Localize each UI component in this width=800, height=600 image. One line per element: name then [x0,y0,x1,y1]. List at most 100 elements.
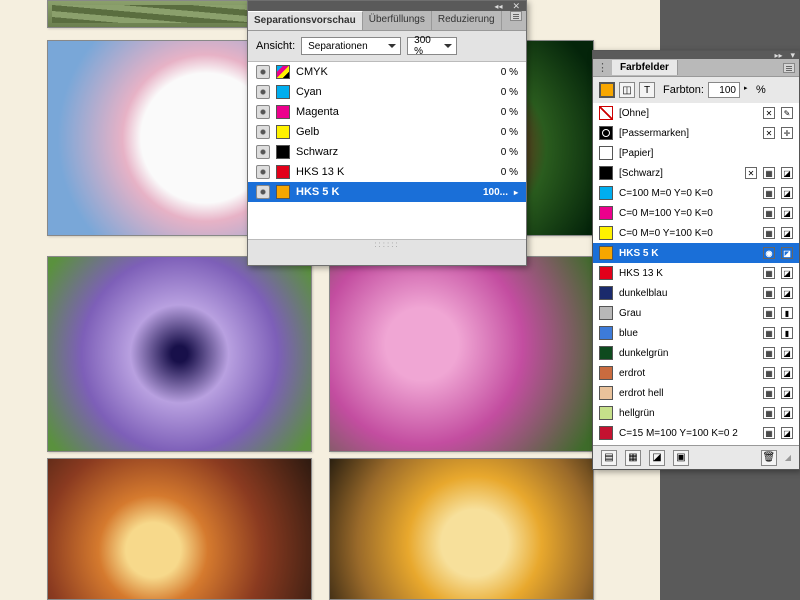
show-small-button[interactable]: ▦ [625,450,641,466]
swatch-type-icon: ▦ [763,387,775,399]
panel-menu-icon[interactable] [510,11,522,21]
tab-trap[interactable]: Überfüllungs [363,11,432,30]
ink-name: Gelb [296,126,495,138]
ink-swatch [276,145,290,159]
color-swatch [599,166,613,180]
swatch-type-icon: ▦ [763,427,775,439]
swatch-type-icon: ◪ [781,207,793,219]
swatch-type-icon: ▦ [763,227,775,239]
tab-separations[interactable]: Separationsvorschau [248,11,363,30]
swatch-row[interactable]: [Passermarken]✕✛ [593,123,799,143]
swatch-row[interactable]: HKS 5 K◉◪ [593,243,799,263]
tint-input[interactable] [708,82,740,98]
swatch-row[interactable]: dunkelblau▦◪ [593,283,799,303]
visibility-toggle-icon[interactable] [256,145,270,159]
color-swatch [599,206,613,220]
swatch-name: [Ohne] [619,108,757,119]
separation-row[interactable]: Magenta 0 % [248,102,526,122]
swatch-row[interactable]: C=100 M=0 Y=0 K=0▦◪ [593,183,799,203]
panel-tabs: Separationsvorschau Überfüllungs Reduzie… [248,11,526,31]
swatch-row[interactable]: [Schwarz]✕▦◪ [593,163,799,183]
visibility-toggle-icon[interactable] [256,105,270,119]
separation-row[interactable]: Cyan 0 % [248,82,526,102]
swatch-type-icon: ◪ [781,427,793,439]
swatch-type-icon: ▦ [763,407,775,419]
visibility-toggle-icon[interactable] [256,165,270,179]
color-swatch [599,406,613,420]
tab-swatches[interactable]: Farbfelder [612,60,678,75]
color-swatch [599,246,613,260]
panel-titlebar[interactable]: ▸▸ ▾ [593,51,799,59]
resize-grip-icon[interactable]: ◢ [785,453,791,462]
swatch-row[interactable]: [Papier] [593,143,799,163]
fill-swatch-button[interactable] [599,82,615,98]
separation-row[interactable]: Gelb 0 % [248,122,526,142]
color-swatch [599,366,613,380]
swatch-name: erdrot hell [619,388,757,399]
swatch-row[interactable]: C=0 M=100 Y=0 K=0▦◪ [593,203,799,223]
swatch-row[interactable]: hellgrün▦◪ [593,403,799,423]
formatting-container-button[interactable]: ◫ [619,82,635,98]
placed-image[interactable] [47,458,312,600]
swatches-list: [Ohne] ✕ ✎ [Passermarken]✕✛[Papier][Schwarz… [593,103,799,445]
swatch-name: dunkelgrün [619,348,757,359]
close-icon[interactable]: ✕ [512,1,520,12]
separation-row[interactable]: HKS 5 K 100... ▸ [248,182,526,202]
swatch-name: blue [619,328,757,339]
zoom-dropdown[interactable]: 300 % [407,37,457,55]
show-large-button[interactable]: ◪ [649,450,665,466]
swatch-name: hellgrün [619,408,757,419]
swatch-type-icon: ✎ [781,107,793,119]
panel-resize-grip[interactable]: :::::: [248,239,526,249]
swatch-row[interactable]: dunkelgrün▦◪ [593,343,799,363]
placed-image[interactable] [329,256,594,452]
panel-titlebar[interactable]: ◂◂ ✕ [248,1,526,11]
separation-row[interactable]: Schwarz 0 % [248,142,526,162]
swatch-row[interactable]: erdrot▦◪ [593,363,799,383]
swatch-type-icon: ▮ [781,307,793,319]
new-swatch-button[interactable]: ▣ [673,450,689,466]
separation-row[interactable]: CMYK 0 % [248,62,526,82]
panel-menu-icon[interactable] [783,63,795,73]
swatch-row[interactable]: blue▦▮ [593,323,799,343]
swatch-type-icon: ✕ [745,167,757,179]
placed-image[interactable] [47,256,312,452]
swatch-row[interactable]: [Ohne] ✕ ✎ [593,103,799,123]
ink-name: Magenta [296,106,495,118]
swatch-name: C=0 M=100 Y=0 K=0 [619,208,757,219]
swatch-type-icon: ✛ [781,127,793,139]
show-list-button[interactable]: ▤ [601,450,617,466]
swatch-name: erdrot [619,368,757,379]
visibility-toggle-icon[interactable] [256,65,270,79]
swatch-type-icon: ▦ [763,307,775,319]
visibility-toggle-icon[interactable] [256,185,270,199]
ink-percent: 100... [483,187,508,198]
swatch-type-icon: ▦ [763,367,775,379]
close-icon[interactable]: ▾ [790,50,795,61]
swatch-type-icon: ▦ [763,347,775,359]
swatch-type-icon: ◪ [781,387,793,399]
collapse-icon[interactable]: ◂◂ [494,2,502,11]
tab-flatten[interactable]: Reduzierung [432,11,502,30]
swatch-type-icon: ▦ [763,267,775,279]
swatch-row[interactable]: C=15 M=100 Y=100 K=0 2▦◪ [593,423,799,443]
swatch-row[interactable]: C=0 M=0 Y=100 K=0▦◪ [593,223,799,243]
swatch-row[interactable]: HKS 13 K▦◪ [593,263,799,283]
trash-icon[interactable]: 🗑 [761,450,777,466]
color-swatch [599,386,613,400]
visibility-toggle-icon[interactable] [256,125,270,139]
swatch-name: C=100 M=0 Y=0 K=0 [619,188,757,199]
separation-row[interactable]: HKS 13 K 0 % [248,162,526,182]
swatch-type-icon: ✕ [763,107,775,119]
formatting-text-button[interactable]: T [639,82,655,98]
swatch-name: Grau [619,308,757,319]
view-dropdown[interactable]: Separationen [301,37,401,55]
expand-icon[interactable]: ▸▸ [774,51,782,60]
swatch-row[interactable]: Grau ▦ ▮ [593,303,799,323]
ink-name: HKS 13 K [296,166,495,178]
placed-image[interactable] [329,458,594,600]
ink-swatch [276,105,290,119]
visibility-toggle-icon[interactable] [256,85,270,99]
swatch-row[interactable]: erdrot hell ▦ ◪ [593,383,799,403]
ink-percent: 0 % [501,167,518,178]
